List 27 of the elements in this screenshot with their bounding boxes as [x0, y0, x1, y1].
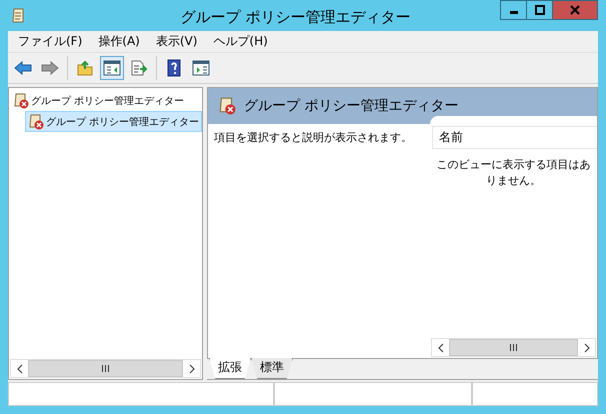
scroll-icon: [10, 6, 26, 24]
show-tree-button[interactable]: [100, 56, 124, 80]
grip-icon: [509, 344, 518, 351]
close-button[interactable]: [552, 0, 598, 20]
close-icon: [570, 5, 580, 15]
maximize-button[interactable]: [526, 0, 553, 20]
view-tab[interactable]: 拡張: [209, 358, 251, 379]
column-header[interactable]: 名前: [433, 127, 597, 148]
minimize-button[interactable]: [500, 0, 527, 20]
empty-message: このビューに表示する項目はありません。: [436, 158, 590, 187]
menu-item[interactable]: 表示(V): [156, 33, 198, 50]
tree-item[interactable]: グループ ポリシー管理エディター: [25, 111, 202, 132]
menu-item[interactable]: ヘルプ(H): [213, 33, 268, 50]
view-tab[interactable]: 標準: [251, 358, 293, 379]
maximize-icon: [534, 5, 544, 15]
tree-item[interactable]: グループ ポリシー管理エディター: [9, 90, 202, 111]
window-title: グループ ポリシー管理エディター: [180, 8, 412, 27]
menu-item[interactable]: 操作(A): [98, 33, 140, 50]
policy-icon: [218, 97, 236, 115]
grip-icon: [101, 365, 110, 372]
policy-icon: [13, 92, 29, 108]
horizontal-scrollbar[interactable]: [10, 359, 201, 378]
policy-icon: [28, 114, 44, 130]
description-text: 項目を選択すると説明が表示されます。: [214, 131, 412, 144]
horizontal-scrollbar[interactable]: [431, 338, 596, 357]
menu-item[interactable]: ファイル(F): [18, 33, 82, 50]
header-title: グループ ポリシー管理エディター: [244, 97, 458, 115]
